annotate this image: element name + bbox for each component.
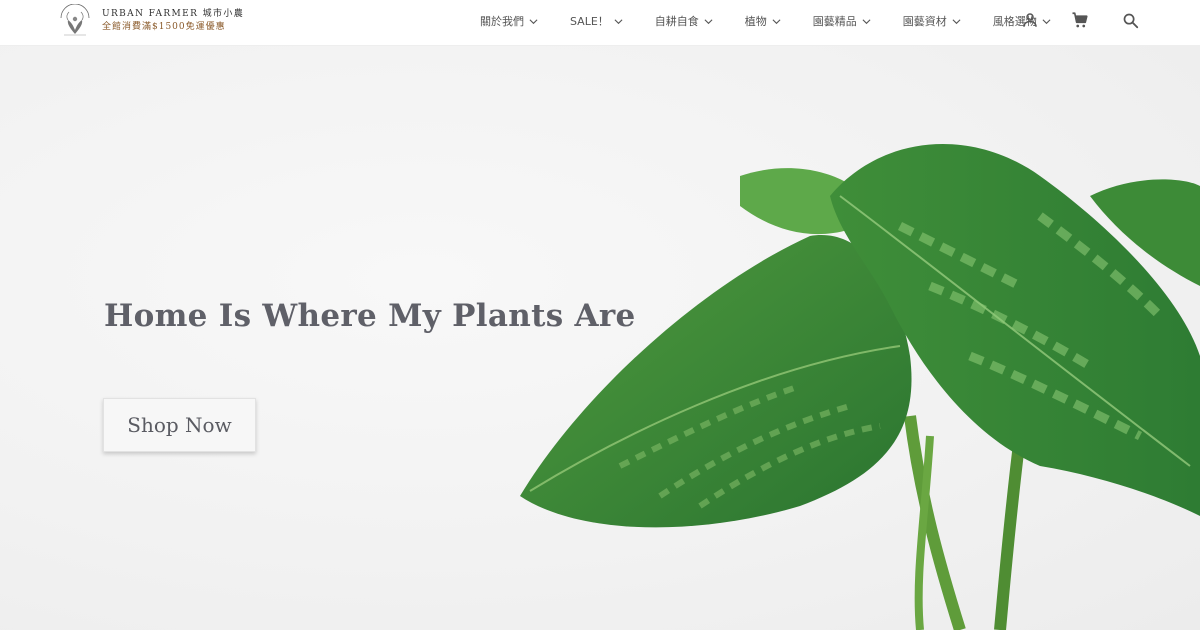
nav-item-label: 關於我們 (480, 15, 524, 28)
promo-text: 全館消費滿$1500免運優惠 (102, 22, 226, 32)
site-header: URBAN FARMER 城市小農 全館消費滿$1500免運優惠 關於我們 SA… (0, 0, 1200, 46)
cart-button[interactable] (1070, 10, 1090, 30)
nav-item-grow-your-own[interactable]: 自耕自食 (655, 13, 713, 29)
hero-banner: Home Is Where My Plants Are Shop Now (0, 46, 1200, 630)
plant-leaf-image (520, 143, 1200, 630)
account-icon (1023, 13, 1037, 27)
nav-item-label: SALE！ (570, 15, 609, 28)
search-button[interactable] (1120, 10, 1140, 30)
nav-item-garden-supplies[interactable]: 園藝資材 (903, 13, 961, 29)
nav-item-sale[interactable]: SALE！ (570, 13, 623, 29)
brand-emblem-icon (60, 4, 90, 36)
brand-name: URBAN FARMER 城市小農 (102, 9, 245, 19)
nav-item-label: 自耕自食 (654, 15, 699, 28)
search-icon (1123, 13, 1138, 28)
chevron-down-icon (952, 18, 961, 24)
chevron-down-icon (862, 18, 871, 24)
nav-item-label: 園藝資材 (902, 15, 947, 28)
hero-title: Home Is Where My Plants Are (104, 298, 636, 334)
chevron-down-icon (704, 18, 713, 24)
account-button[interactable] (1020, 10, 1040, 30)
brand-logo[interactable]: URBAN FARMER 城市小農 全館消費滿$1500免運優惠 (56, 4, 244, 38)
main-nav: 關於我們 SALE！ 自耕自食 植物 園藝精品 園藝資材 風格選物 (480, 0, 1051, 42)
nav-item-plants[interactable]: 植物 (745, 13, 781, 29)
chevron-down-icon (614, 18, 623, 24)
chevron-down-icon (529, 18, 538, 24)
chevron-down-icon (772, 18, 781, 24)
nav-item-about[interactable]: 關於我們 (480, 13, 538, 29)
header-icons (1020, 10, 1140, 30)
nav-item-garden-goods[interactable]: 園藝精品 (813, 13, 871, 29)
nav-item-label: 園藝精品 (812, 15, 857, 28)
cart-icon (1072, 12, 1088, 28)
nav-item-label: 植物 (744, 15, 767, 28)
shop-now-button[interactable]: Shop Now (103, 398, 256, 452)
